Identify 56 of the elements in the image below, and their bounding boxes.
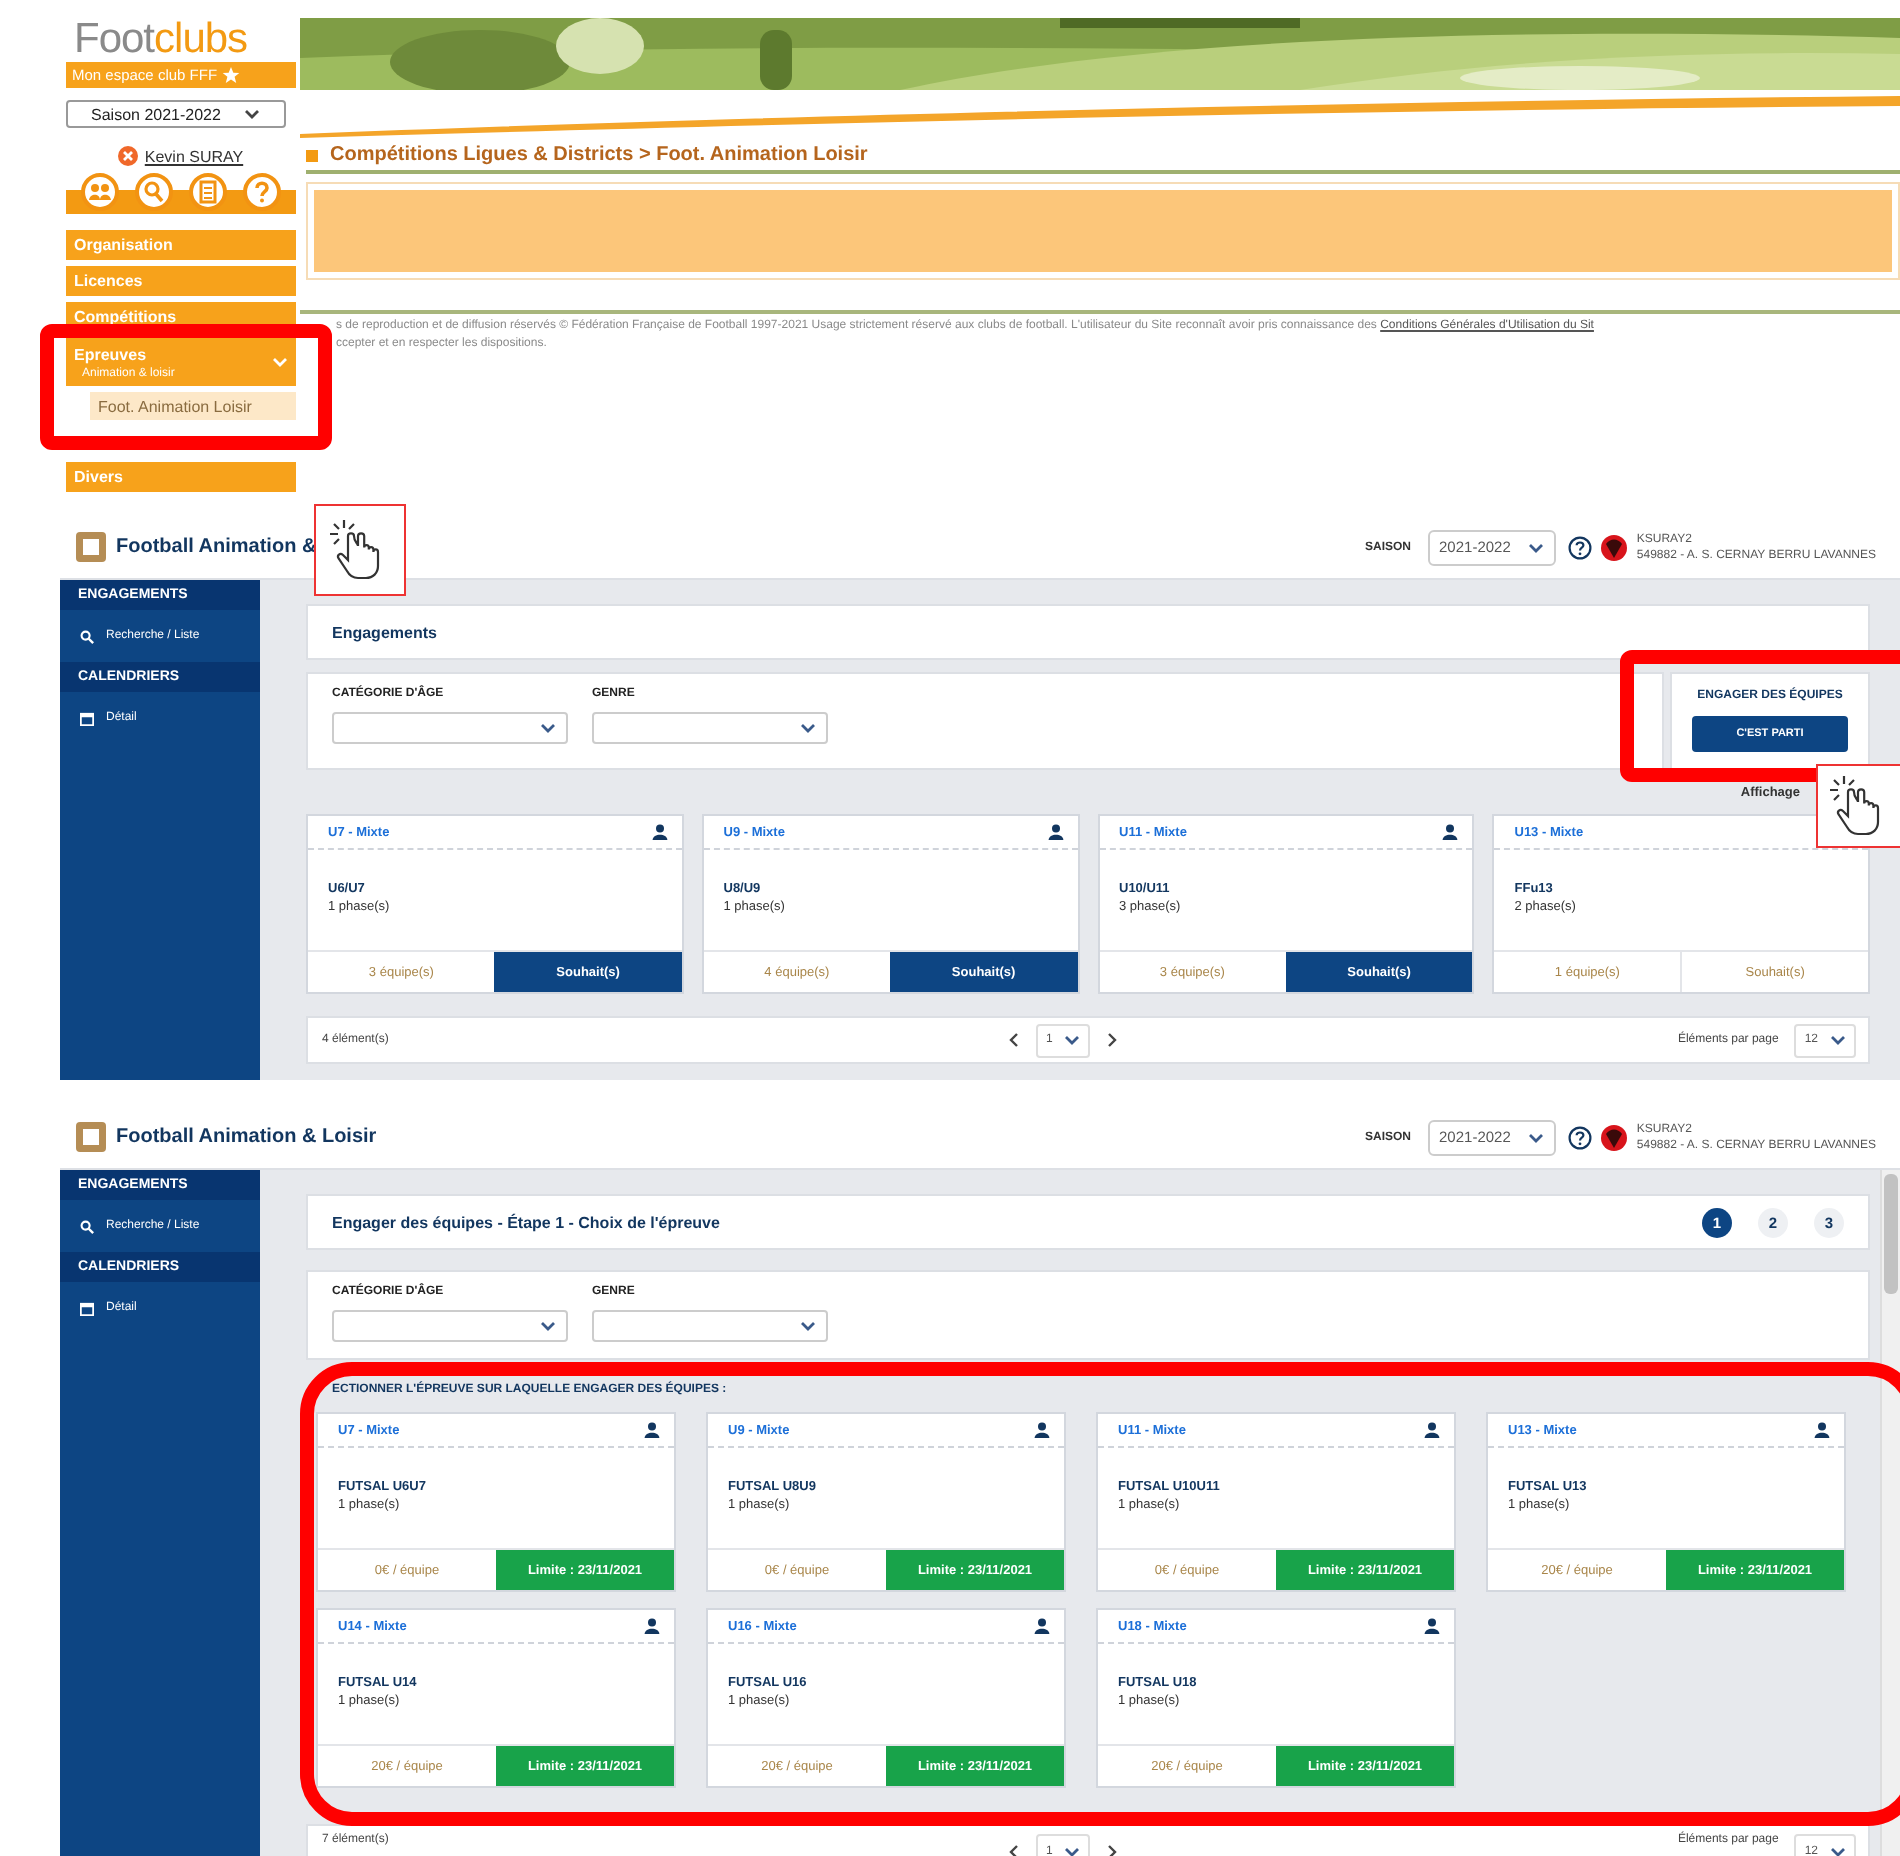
help-icon[interactable] [1568, 1125, 1593, 1149]
app-logo-icon [76, 532, 106, 562]
filter-select[interactable] [592, 712, 828, 744]
scrollbar[interactable] [1880, 1170, 1900, 1856]
menu-label: Epreuves [74, 345, 149, 363]
season-select[interactable]: Saison 2021-2022 [66, 100, 286, 128]
calendar-icon [80, 711, 94, 725]
page-heading: Engager des équipes - Étape 1 - Choix de l'épreuve [332, 1213, 720, 1231]
chevron-down-icon [1830, 1034, 1846, 1046]
footclubs-logo: Footclubs [72, 18, 250, 62]
chevron-down-icon [800, 1320, 816, 1332]
app-title: Football Animation & Loisir [116, 1126, 377, 1148]
chevron-down-icon [272, 356, 288, 368]
search-icon[interactable] [133, 172, 174, 212]
club-crest-icon [1600, 1123, 1629, 1151]
document-icon[interactable] [188, 172, 229, 212]
close-icon[interactable] [118, 146, 139, 166]
filter-select[interactable] [332, 712, 568, 744]
search-icon [80, 1219, 94, 1233]
calendar-icon [80, 1301, 94, 1315]
person-icon [644, 1422, 660, 1438]
app-logo-icon [76, 1122, 106, 1152]
chevron-down-icon [1064, 1034, 1081, 1046]
person-icon [1442, 824, 1459, 840]
chevron-down-icon [1528, 541, 1545, 553]
submenu-item[interactable]: Foot. Animation Loisir [90, 392, 296, 420]
chevron-down-icon [540, 1320, 556, 1332]
search-icon [80, 629, 94, 643]
person-icon [644, 1618, 660, 1634]
person-icon [651, 824, 668, 840]
next-page-icon[interactable] [1106, 1032, 1119, 1048]
chevron-down-icon [244, 108, 261, 120]
person-icon [1034, 1422, 1050, 1438]
previous-page-icon[interactable] [1007, 1843, 1020, 1856]
breadcrumb: Compétitions Ligues & Districts > Foot. Animation Loisir [330, 144, 868, 166]
person-icon [1424, 1618, 1440, 1634]
filter-select[interactable] [592, 1310, 828, 1342]
chevron-down-icon [1064, 1845, 1081, 1856]
help-icon[interactable] [1568, 535, 1593, 559]
person-icon [1034, 1618, 1050, 1634]
bullet-icon [306, 149, 318, 161]
person-icon [1814, 1422, 1830, 1438]
chevron-down-icon [800, 722, 816, 734]
next-page-icon[interactable] [1106, 1843, 1119, 1856]
chevron-down-icon [1528, 1131, 1545, 1143]
user-link[interactable]: Kevin SURAY [144, 147, 244, 165]
star-icon [221, 66, 240, 84]
person-icon [1424, 1422, 1440, 1438]
previous-page-icon[interactable] [1007, 1032, 1020, 1048]
club-crest-icon [1600, 533, 1629, 561]
page-heading: Engagements [332, 623, 437, 641]
chevron-down-icon [1830, 1845, 1846, 1856]
person-icon [1047, 824, 1063, 840]
chevron-down-icon [540, 722, 556, 734]
filter-select[interactable] [332, 1310, 568, 1342]
team-icon[interactable] [79, 172, 120, 212]
